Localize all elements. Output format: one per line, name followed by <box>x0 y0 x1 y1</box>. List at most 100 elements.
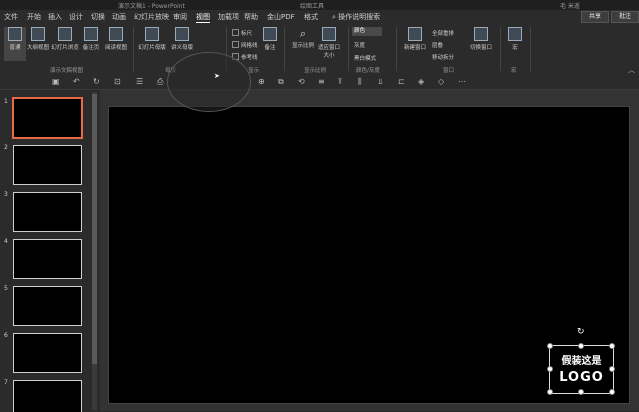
rotate-handle-icon[interactable]: ↻ <box>577 327 585 337</box>
slide-thumbnail[interactable] <box>13 380 82 412</box>
slide-number: 5 <box>4 285 8 292</box>
share-button[interactable]: 共享 <box>581 11 609 23</box>
search-text: 操作说明搜索 <box>338 13 381 21</box>
slide-thumbnail[interactable] <box>13 239 82 279</box>
resize-handle[interactable] <box>609 389 615 395</box>
logo-line-2: LOGO <box>559 370 604 385</box>
macro-icon <box>508 27 522 41</box>
rotate-icon[interactable]: ⟲ <box>298 77 305 86</box>
user-name[interactable]: 毛 米遥 <box>560 1 580 10</box>
switch-window-icon <box>474 27 488 41</box>
comments-button[interactable]: 批注 <box>611 11 639 23</box>
slide-thumbnail[interactable] <box>13 286 82 326</box>
resize-handle[interactable] <box>609 343 615 349</box>
normal-view-button[interactable]: 普通 <box>4 27 26 61</box>
slide-thumbnail[interactable] <box>13 333 82 373</box>
group-icon[interactable]: ⧉ <box>278 77 284 87</box>
switch-window-button[interactable]: 切换窗口 <box>468 27 494 61</box>
menu-transitions[interactable]: 切换 <box>91 12 105 22</box>
move-split-button[interactable]: 移动拆分 <box>432 53 454 61</box>
align-top-icon[interactable]: ⫪ <box>338 77 343 87</box>
shape-fill-icon[interactable]: ◈ <box>418 77 424 86</box>
arrange-all-button[interactable]: 全部重排 <box>432 29 454 37</box>
handout-master-icon <box>175 27 189 41</box>
resize-handle[interactable] <box>609 366 615 372</box>
outline-view-button[interactable]: 大纲视图 <box>26 27 50 61</box>
slide-number: 6 <box>4 332 8 339</box>
magnifier-icon: ⌕ <box>299 27 307 40</box>
reading-view-button[interactable]: 阅读视图 <box>103 27 129 61</box>
menu-help[interactable]: 帮助 <box>244 12 258 22</box>
macro-group-label: 宏 <box>511 68 517 74</box>
window-group-label: 窗口 <box>443 68 455 74</box>
menu-wps-pdf[interactable]: 金山PDF <box>267 12 295 22</box>
slide-number: 4 <box>4 238 8 245</box>
menu-insert[interactable]: 插入 <box>48 12 62 22</box>
save-icon[interactable]: ▣ <box>52 77 60 86</box>
align-bottom-icon[interactable]: ⫫ <box>378 77 383 87</box>
menu-format[interactable]: 格式 <box>304 12 318 22</box>
slide-number: 1 <box>4 98 8 105</box>
ruler-checkbox[interactable]: 标尺 <box>232 29 252 37</box>
undo-icon[interactable]: ↶ <box>73 77 80 86</box>
resize-handle[interactable] <box>578 343 584 349</box>
search-box[interactable]: ⌕ 操作说明搜索 <box>332 12 380 22</box>
menu-view[interactable]: 视图 <box>196 12 210 24</box>
color-button[interactable]: 颜色 <box>352 27 382 36</box>
gridlines-checkbox[interactable]: 网格线 <box>232 41 258 49</box>
print-icon[interactable]: ⎙ <box>157 77 163 87</box>
slide-number: 3 <box>4 191 8 198</box>
search-icon: ⌕ <box>332 13 336 21</box>
show-group-label: 显示 <box>248 68 260 74</box>
mouse-cursor-icon: ➤ <box>214 72 220 80</box>
black-white-button[interactable]: 黑白模式 <box>354 54 376 62</box>
new-window-button[interactable]: 新建窗口 <box>402 27 428 61</box>
align-icon[interactable]: ☰ <box>136 77 143 86</box>
menu-animations[interactable]: 动画 <box>112 12 126 22</box>
distribute-icon[interactable]: ≡ <box>318 77 325 86</box>
shape-outline-icon[interactable]: ◇ <box>438 77 444 86</box>
slide-master-button[interactable]: 幻灯片母版 <box>137 27 167 61</box>
slide-thumbnail[interactable] <box>13 145 82 185</box>
align-left-icon[interactable]: ⊏ <box>398 77 405 86</box>
slide-thumbnail[interactable] <box>12 97 83 139</box>
grayscale-button[interactable]: 灰度 <box>354 41 365 49</box>
collapse-ribbon-icon[interactable]: ︿ <box>628 65 635 75</box>
zoom-button[interactable]: ⌕ 显示比例 <box>290 27 316 61</box>
color-group-label: 颜色/灰度 <box>356 68 380 74</box>
context-tab-label: 绘图工具 <box>300 3 325 10</box>
more-icon[interactable]: ⋯ <box>458 77 466 86</box>
resize-handle[interactable] <box>547 366 553 372</box>
thumbnail-scrollbar[interactable] <box>92 92 97 410</box>
title-bar: 演示文稿1 - PowerPoint 绘图工具 毛 米遥 <box>0 0 639 10</box>
scrollbar-thumb[interactable] <box>92 94 97 364</box>
redo-icon[interactable]: ↻ <box>93 77 100 86</box>
present-icon[interactable]: ⊡ <box>114 77 121 86</box>
arrange-icon[interactable]: ⊕ <box>258 77 265 86</box>
menu-home[interactable]: 开始 <box>27 12 41 22</box>
menu-design[interactable]: 设计 <box>69 12 83 22</box>
menu-addins[interactable]: 加载项 <box>218 12 239 22</box>
resize-handle[interactable] <box>547 389 553 395</box>
quick-access-toolbar: ▣ ↶ ↻ ⊡ ☰ ⎙ ⊕ ⧉ ⟲ ≡ ⫪ ⫼ ⫫ ⊏ ◈ ◇ ⋯ <box>0 75 639 90</box>
slide-sorter-button[interactable]: 幻灯片浏览 <box>51 27 79 61</box>
macros-button[interactable]: 宏 <box>507 27 523 61</box>
fit-window-icon <box>322 27 336 41</box>
reading-view-icon <box>109 27 123 41</box>
align-middle-icon[interactable]: ⫼ <box>358 77 362 87</box>
menu-slideshow[interactable]: 幻灯片放映 <box>134 12 169 22</box>
cascade-button[interactable]: 层叠 <box>432 41 443 49</box>
resize-handle[interactable] <box>578 389 584 395</box>
slide-thumbnail-pane: 1 2 3 4 5 6 7 <box>0 90 100 412</box>
magnifier-overlay <box>167 52 251 112</box>
fit-window-button[interactable]: 适应窗口大小 <box>316 27 342 61</box>
resize-handle[interactable] <box>547 343 553 349</box>
notes-button[interactable]: 备注 <box>262 27 278 61</box>
menu-review[interactable]: 审阅 <box>173 12 187 22</box>
logo-text-box[interactable]: 假装这是 LOGO <box>547 343 615 395</box>
slide-thumbnail[interactable] <box>13 192 82 232</box>
menu-file[interactable]: 文件 <box>4 12 18 22</box>
notes-page-button[interactable]: 备注页 <box>80 27 102 61</box>
normal-view-icon <box>8 27 22 41</box>
zoom-group-label: 显示比例 <box>304 68 327 74</box>
